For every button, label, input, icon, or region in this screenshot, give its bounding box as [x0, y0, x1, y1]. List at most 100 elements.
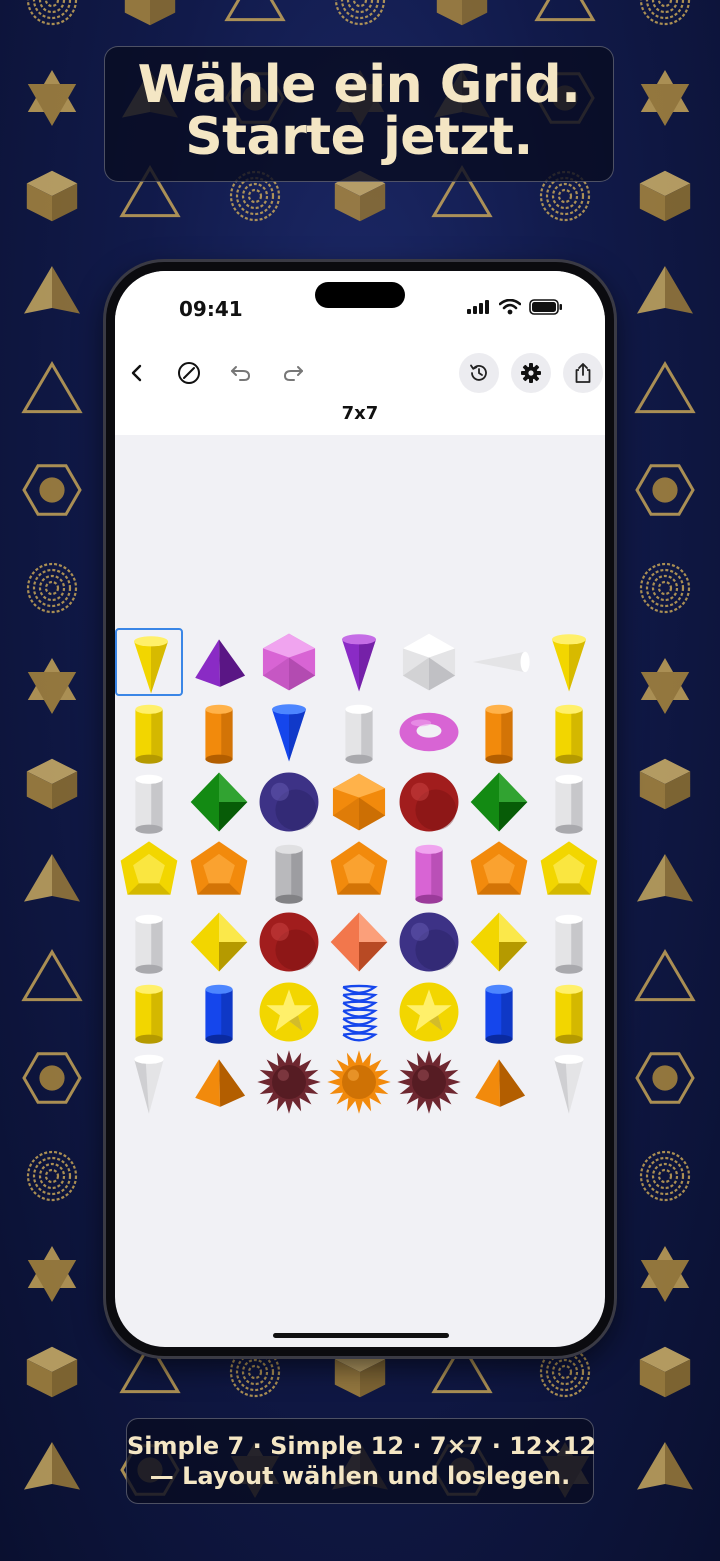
- board-cell-white-icosahedron[interactable]: [395, 628, 463, 696]
- board-cell-yellow-cylinder[interactable]: [115, 978, 183, 1046]
- clear-icon: [178, 362, 200, 384]
- background-star-motif: [27, 658, 77, 714]
- board-cell-white-cone-down[interactable]: [535, 1048, 603, 1116]
- background-cube-motif: [436, 0, 488, 26]
- signal-icon: [467, 300, 489, 314]
- purple-cone-icon: [342, 634, 376, 692]
- orange-cylinder-icon: [485, 704, 513, 764]
- board-cell-blue-cylinder[interactable]: [465, 978, 533, 1046]
- board-cell-yellow-dodecahedron[interactable]: [535, 838, 603, 906]
- share-icon: [575, 363, 591, 383]
- board-cell-orange-pyramid[interactable]: [185, 1048, 253, 1116]
- board-cell-yellow-cone[interactable]: [535, 628, 603, 696]
- clear-button[interactable]: [169, 353, 209, 393]
- board-cell-yellow-octahedron[interactable]: [465, 908, 533, 976]
- board-cell-maroon-spiky-ball[interactable]: [255, 1048, 323, 1116]
- yellow-cylinder-icon: [135, 704, 163, 764]
- headline-line-1: Wähle ein Grid.: [137, 55, 581, 115]
- board-cell-pink-torus[interactable]: [395, 698, 463, 766]
- board-cell-yellow-star-sphere[interactable]: [395, 978, 463, 1046]
- board-cell-orange-pyramid[interactable]: [465, 1048, 533, 1116]
- board-cell-pink-icosahedron[interactable]: [255, 628, 323, 696]
- maroon-spiky-ball-icon: [257, 1050, 321, 1114]
- blue-cone-icon: [272, 704, 306, 762]
- board-cell-orange-dodecahedron[interactable]: [465, 838, 533, 906]
- board-cell-orange-cylinder[interactable]: [185, 698, 253, 766]
- board-cell-blue-cone[interactable]: [255, 698, 323, 766]
- blue-spring-icon: [342, 984, 378, 1042]
- board-cell-yellow-cylinder[interactable]: [535, 978, 603, 1046]
- background-pyramid-motif: [637, 854, 693, 902]
- board-cell-red-sphere[interactable]: [255, 908, 323, 976]
- undo-button[interactable]: [221, 353, 261, 393]
- history-icon: [470, 364, 487, 381]
- maroon-spiky-ball-icon: [397, 1050, 461, 1114]
- coral-octahedron-icon: [330, 912, 388, 972]
- board-cell-coral-octahedron[interactable]: [325, 908, 393, 976]
- yellow-star-sphere-icon: [399, 982, 459, 1042]
- board-cell-green-octahedron[interactable]: [185, 768, 253, 836]
- history-button[interactable]: [459, 353, 499, 393]
- board-cell-orange-cylinder[interactable]: [465, 698, 533, 766]
- board-cell-purple-cone[interactable]: [325, 628, 393, 696]
- phone-screen: 09:41 7x7: [115, 271, 605, 1347]
- board-cell-white-cone-sideways[interactable]: [465, 628, 533, 696]
- background-star-motif: [27, 1246, 77, 1302]
- board-cell-white-cone-down[interactable]: [115, 1048, 183, 1116]
- board-cell-white-cylinder[interactable]: [115, 768, 183, 836]
- background-tri-motif: [634, 361, 696, 414]
- board-cell-white-cylinder[interactable]: [115, 908, 183, 976]
- yellow-octahedron-icon: [190, 912, 248, 972]
- share-button[interactable]: [563, 353, 603, 393]
- back-button[interactable]: [117, 353, 157, 393]
- background-hex-motif: [635, 1052, 695, 1104]
- yellow-octahedron-icon: [470, 912, 528, 972]
- board-cell-green-octahedron[interactable]: [465, 768, 533, 836]
- white-cone-sideways-icon: [472, 651, 530, 673]
- background-pyramid-motif: [24, 1442, 80, 1490]
- board-cell-purple-pyramid[interactable]: [185, 628, 253, 696]
- redo-button[interactable]: [273, 353, 313, 393]
- board-cell-red-sphere[interactable]: [395, 768, 463, 836]
- background-hex-motif: [22, 1052, 82, 1104]
- settings-button[interactable]: [511, 353, 551, 393]
- board-cell-white-cylinder[interactable]: [325, 698, 393, 766]
- board-cell-orange-dodecahedron[interactable]: [185, 838, 253, 906]
- board-cell-orange-spiky-ball[interactable]: [325, 1048, 393, 1116]
- green-octahedron-icon: [470, 772, 528, 832]
- board-cell-yellow-cylinder[interactable]: [115, 698, 183, 766]
- board-cell-gray-cylinder[interactable]: [255, 838, 323, 906]
- headline-line-2: Starte jetzt.: [185, 107, 533, 167]
- board-cell-orange-icosahedron[interactable]: [325, 768, 393, 836]
- phone-mockup: 09:41 7x7: [106, 262, 614, 1356]
- background-spiral-motif: [26, 562, 78, 614]
- back-icon: [131, 364, 142, 382]
- background-cube-motif: [26, 1346, 78, 1398]
- caption-line-1: Simple 7 · Simple 12 · 7×7 · 12×12: [127, 1432, 597, 1460]
- background-star-motif: [640, 1246, 690, 1302]
- board-cell-white-cylinder[interactable]: [535, 768, 603, 836]
- board-cell-yellow-cone[interactable]: [115, 628, 183, 696]
- board-cell-orange-dodecahedron[interactable]: [325, 838, 393, 906]
- board-cell-navy-sphere[interactable]: [395, 908, 463, 976]
- white-cylinder-icon: [345, 704, 373, 764]
- board-cell-yellow-cylinder[interactable]: [535, 698, 603, 766]
- board-cell-pink-cylinder[interactable]: [395, 838, 463, 906]
- board-cell-yellow-octahedron[interactable]: [185, 908, 253, 976]
- board-cell-blue-spring[interactable]: [325, 978, 393, 1046]
- yellow-cylinder-icon: [555, 984, 583, 1044]
- board-cell-yellow-star-sphere[interactable]: [255, 978, 323, 1046]
- background-cube-motif: [124, 0, 176, 26]
- board-cell-navy-sphere[interactable]: [255, 768, 323, 836]
- caption-banner: Simple 7 · Simple 12 · 7×7 · 12×12 — Lay…: [126, 1418, 597, 1504]
- background-pyramid-motif: [24, 854, 80, 902]
- board-cell-maroon-spiky-ball[interactable]: [395, 1048, 463, 1116]
- white-icosahedron-icon: [402, 633, 456, 691]
- board-cell-blue-cylinder[interactable]: [185, 978, 253, 1046]
- background-cube-motif: [639, 1346, 691, 1398]
- white-cylinder-icon: [555, 914, 583, 974]
- board-cell-yellow-dodecahedron[interactable]: [115, 838, 183, 906]
- navy-sphere-icon: [259, 772, 319, 832]
- board-cell-white-cylinder[interactable]: [535, 908, 603, 976]
- yellow-dodecahedron-icon: [120, 841, 178, 895]
